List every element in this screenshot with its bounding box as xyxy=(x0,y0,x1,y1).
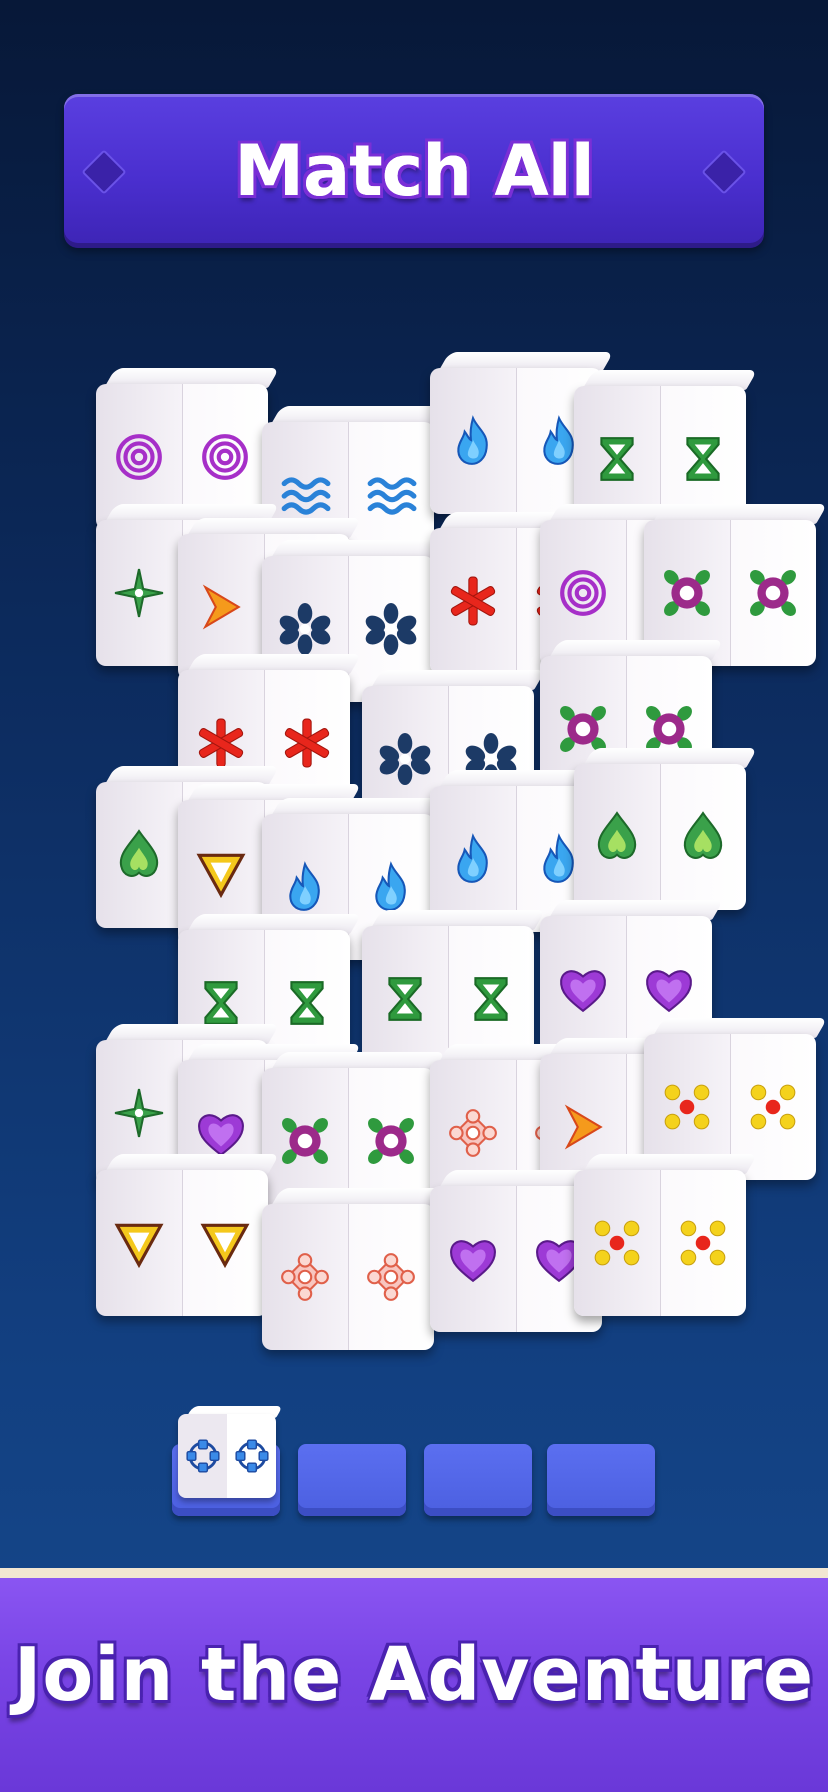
triangle-icon xyxy=(199,1214,251,1272)
footer-divider xyxy=(0,1568,828,1578)
tile-board xyxy=(0,0,828,1380)
hourglass-icon xyxy=(677,430,729,488)
footer-cta: Join the Adventure xyxy=(13,1632,815,1718)
tray-slot-4 xyxy=(547,1444,655,1516)
triangle-icon xyxy=(113,1214,165,1272)
blue-flame-icon xyxy=(447,830,499,888)
hourglass-icon xyxy=(379,970,431,1028)
blue-flame-icon xyxy=(279,858,331,916)
blue-ring-icon xyxy=(234,1436,270,1476)
dice-dots-icon xyxy=(591,1214,643,1272)
mahjong-tile[interactable] xyxy=(574,748,758,910)
pink-flower-icon xyxy=(447,1104,499,1162)
mahjong-tile[interactable] xyxy=(96,1154,280,1316)
blue-flame-icon xyxy=(447,412,499,470)
orange-chevron-icon xyxy=(557,1098,609,1156)
orange-chevron-icon xyxy=(195,578,247,636)
red-asterisk-icon xyxy=(281,714,333,772)
blue-ring-icon xyxy=(185,1436,221,1476)
waves-icon xyxy=(279,466,331,524)
navy-flower-icon xyxy=(279,600,331,658)
green-star-icon xyxy=(113,1084,165,1142)
triangle-icon xyxy=(195,844,247,902)
blue-flame-icon xyxy=(365,858,417,916)
red-asterisk-icon xyxy=(447,572,499,630)
green-heart-icon xyxy=(591,808,643,866)
tray-slot-2 xyxy=(298,1444,406,1516)
mahjong-tile[interactable] xyxy=(262,1188,446,1350)
mahjong-tile[interactable] xyxy=(574,1154,758,1316)
tray-tile xyxy=(178,1406,283,1498)
green-purple-flower-icon xyxy=(279,1112,331,1170)
pink-flower-icon xyxy=(279,1248,331,1306)
dice-dots-icon xyxy=(747,1078,799,1136)
pink-flower-icon xyxy=(365,1248,417,1306)
hourglass-icon xyxy=(465,970,517,1028)
navy-flower-icon xyxy=(379,730,431,788)
green-star-icon xyxy=(113,564,165,622)
dice-dots-icon xyxy=(677,1214,729,1272)
red-asterisk-icon xyxy=(195,714,247,772)
green-purple-flower-icon xyxy=(365,1112,417,1170)
green-heart-icon xyxy=(677,808,729,866)
tray-slot-3 xyxy=(424,1444,532,1516)
target-icon xyxy=(557,564,609,622)
hourglass-icon xyxy=(281,974,333,1032)
footer-banner: Join the Adventure xyxy=(0,1578,828,1792)
green-purple-flower-icon xyxy=(747,564,799,622)
waves-icon xyxy=(365,466,417,524)
hourglass-icon xyxy=(591,430,643,488)
purple-heart-icon xyxy=(557,960,609,1018)
target-icon xyxy=(113,428,165,486)
navy-flower-icon xyxy=(365,600,417,658)
purple-heart-icon xyxy=(643,960,695,1018)
purple-heart-icon xyxy=(447,1230,499,1288)
green-purple-flower-icon xyxy=(661,564,713,622)
green-heart-icon xyxy=(113,826,165,884)
dice-dots-icon xyxy=(661,1078,713,1136)
target-icon xyxy=(199,428,251,486)
